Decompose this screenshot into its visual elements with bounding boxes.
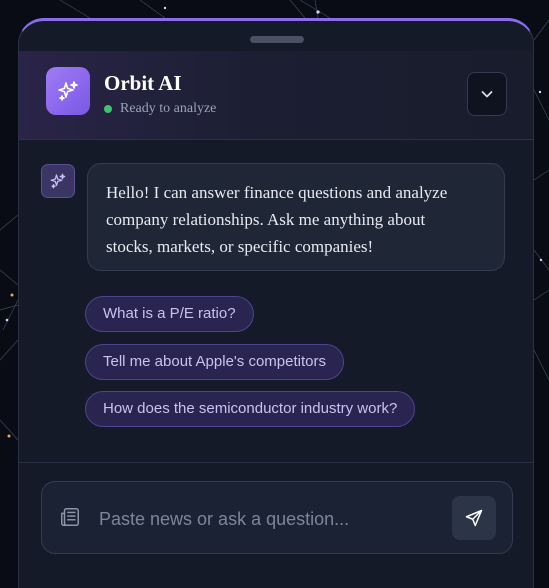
send-icon [465,509,483,527]
suggestion-chip[interactable]: How does the semiconductor industry work… [85,391,416,427]
status-dot [104,105,112,113]
message-line: company relationships. Ask me anything a… [106,210,426,229]
drag-handle[interactable] [250,36,304,43]
chat-panel: Orbit AI Ready to analyze Hello! I can a… [18,18,534,588]
send-button[interactable] [452,496,496,540]
sparkles-icon [46,67,90,115]
newspaper-icon[interactable] [59,506,81,528]
chevron-down-icon [481,91,493,98]
message-line: Hello! I can answer finance questions an… [106,183,448,202]
status-text: Ready to analyze [120,101,217,116]
chat-header: Orbit AI Ready to analyze [19,51,533,140]
message-input[interactable] [97,502,431,536]
status-indicator: Ready to analyze [104,101,216,117]
collapse-button[interactable] [467,72,507,116]
composer [41,481,513,554]
assistant-message: Hello! I can answer finance questions an… [87,163,505,271]
assistant-avatar [41,164,75,198]
composer-divider [19,462,533,463]
message-line: stocks, markets, or specific companies! [106,237,374,256]
sparkles-icon [50,173,66,189]
suggestion-chip[interactable]: What is a P/E ratio? [85,296,254,332]
suggestion-chip[interactable]: Tell me about Apple's competitors [85,344,344,380]
app-title: Orbit AI [104,71,182,95]
